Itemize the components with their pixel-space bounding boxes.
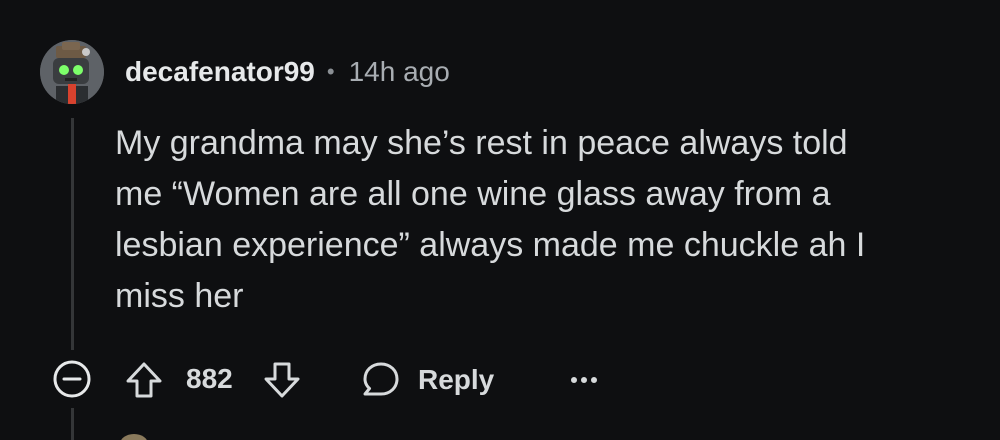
thread-line-continued[interactable] bbox=[71, 408, 74, 440]
comment-action-bar: 882 Reply bbox=[0, 350, 1000, 410]
downvote-button[interactable] bbox=[262, 360, 302, 400]
next-reply-avatar[interactable] bbox=[116, 430, 152, 440]
user-avatar[interactable] bbox=[40, 40, 104, 104]
upvote-arrow-icon bbox=[126, 362, 162, 398]
comment-header: decafenator99 • 14h ago bbox=[125, 52, 450, 92]
comment-body: My grandma may she’s rest in peace alway… bbox=[115, 118, 915, 322]
more-options-button[interactable] bbox=[566, 366, 602, 394]
comment-card: decafenator99 • 14h ago My grandma may s… bbox=[0, 0, 1000, 440]
more-options-icon bbox=[571, 377, 597, 383]
collapse-icon bbox=[53, 360, 91, 398]
robot-avatar-icon bbox=[40, 40, 104, 104]
meta-separator: • bbox=[326, 59, 335, 84]
reply-label: Reply bbox=[418, 364, 495, 395]
reply-button[interactable]: Reply bbox=[360, 358, 494, 402]
thread-line[interactable] bbox=[71, 118, 74, 350]
collapse-thread-button[interactable] bbox=[52, 359, 92, 399]
comment-body-line: me “Women are all one wine glass away fr… bbox=[115, 175, 831, 213]
avatar-icon bbox=[121, 434, 147, 440]
comment-body-line: My grandma may she’s rest in peace alway… bbox=[115, 124, 848, 162]
upvote-button[interactable] bbox=[124, 360, 164, 400]
comment-body-line: lesbian experience” always made me chuck… bbox=[115, 226, 866, 264]
vote-score: 882 bbox=[186, 363, 233, 394]
username[interactable]: decafenator99 bbox=[125, 56, 315, 88]
comment-body-line: miss her bbox=[115, 277, 244, 315]
reply-bubble-icon bbox=[363, 362, 399, 396]
downvote-arrow-icon bbox=[264, 362, 300, 398]
timestamp: 14h ago bbox=[348, 56, 450, 87]
